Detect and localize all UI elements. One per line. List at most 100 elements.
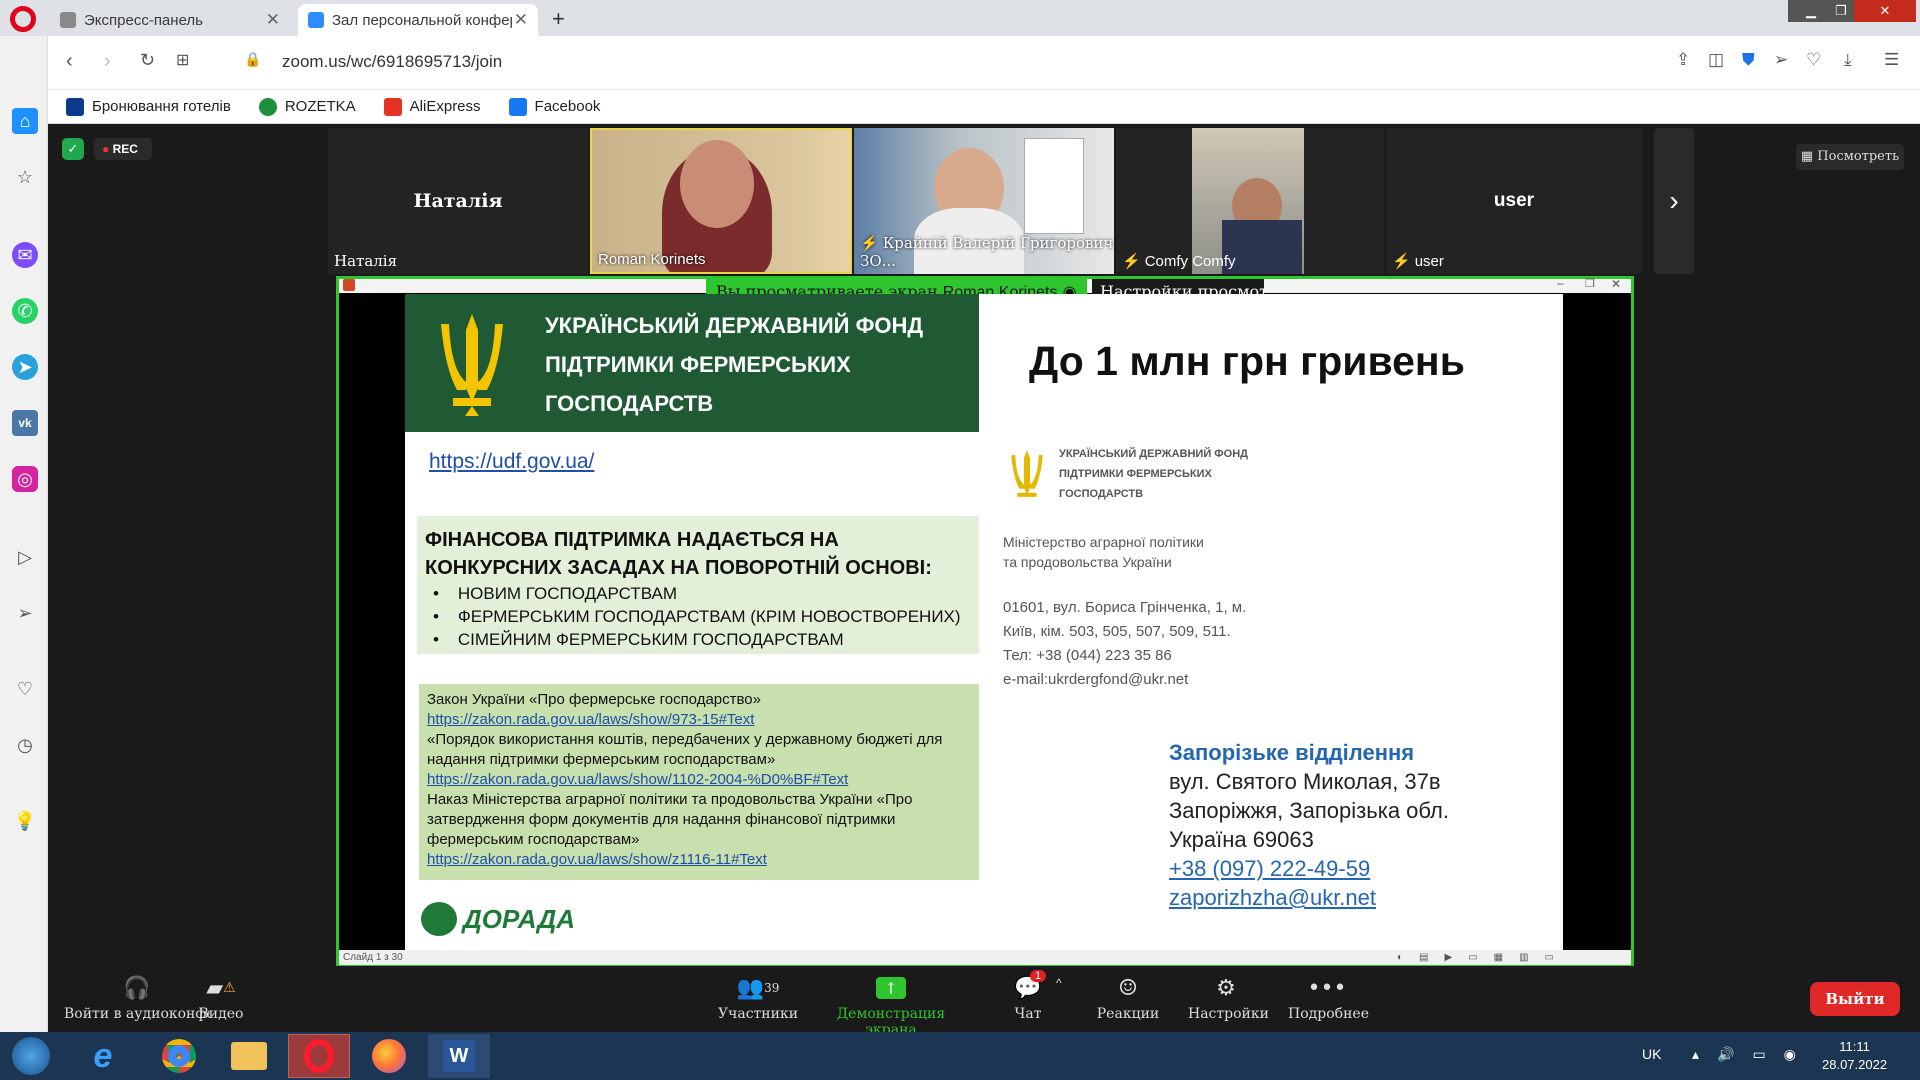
laws-panel: Закон України «Про фермерське господарст… (419, 684, 979, 880)
fund-header: УКРАЇНСЬКИЙ ДЕРЖАВНИЙ ФОНД ПІДТРИМКИ ФЕР… (405, 294, 979, 432)
branch-phone-link[interactable]: +38 (097) 222-49-59 (1169, 854, 1449, 883)
leave-button[interactable]: Выйти (1810, 982, 1900, 1016)
view-button[interactable]: ▦ Посмотреть (1796, 144, 1904, 170)
windows-logo-icon (12, 1037, 50, 1075)
encryption-shield-icon[interactable]: ✓ (62, 138, 84, 160)
tab-express-panel[interactable]: Экспресс-панель ✕ (50, 4, 290, 36)
easy-setup-icon[interactable]: ☰ (1884, 50, 1899, 70)
presentation-slide: УКРАЇНСЬКИЙ ДЕРЖАВНИЙ ФОНД ПІДТРИМКИ ФЕР… (405, 294, 1563, 950)
support-panel: ФІНАНСОВА ПІДТРИМКА НАДАЄТЬСЯ НА КОНКУРС… (417, 516, 979, 654)
bookmark-booking[interactable]: Бронювання готелів (66, 97, 231, 116)
close-tab-icon[interactable]: ✕ (266, 10, 280, 30)
dorada-logo-icon (421, 902, 457, 936)
close-tab-icon[interactable]: ✕ (514, 10, 528, 30)
bookmark-rozetka[interactable]: ROZETKA (258, 97, 356, 116)
opera-logo-icon[interactable] (10, 6, 36, 32)
chat-button[interactable]: 💬 1 Чат (1008, 970, 1048, 1022)
bookmark-facebook[interactable]: Facebook (508, 97, 600, 116)
branch-email-link[interactable]: zaporizhzha@ukr.net (1169, 883, 1449, 912)
camera-icon[interactable]: ◫ (1708, 50, 1724, 70)
udf-link[interactable]: https://udf.gov.ua/ (429, 450, 594, 474)
muted-mic-icon: ⚡ (1392, 253, 1411, 270)
bookmark-aliexpress[interactable]: AliExpress (383, 97, 481, 116)
participant-tile[interactable]: ⚡ Comfy Comfy (1116, 128, 1384, 274)
gear-icon: ⚙ (1216, 975, 1236, 1001)
rec-dot-icon: ● (102, 142, 110, 156)
telegram-icon[interactable]: ➤ (12, 354, 38, 380)
url-field[interactable]: zoom.us/wc/6918695713/join (282, 52, 502, 72)
law-link[interactable]: https://zakon.rada.gov.ua/laws/show/973-… (427, 711, 754, 728)
internet-explorer-icon[interactable]: e (72, 1034, 134, 1078)
join-audio-button[interactable]: 🎧 Войти в аудиоконференцию (64, 974, 210, 1023)
favorite-icon[interactable]: ♡ (1806, 50, 1821, 70)
tabs-grid-icon[interactable]: ⊞ (176, 50, 189, 70)
window-restore-icon: ❐ (1585, 278, 1595, 290)
opera-taskbar-icon[interactable] (288, 1034, 350, 1078)
reload-icon[interactable]: ↻ (140, 50, 155, 71)
chat-badge: 1 (1030, 970, 1047, 982)
participant-tile-active[interactable]: Roman Korinets (590, 128, 852, 274)
zoom-icon (308, 12, 324, 28)
star-icon[interactable]: ☆ (12, 164, 38, 190)
headphones-icon: 🎧 (123, 975, 151, 1001)
close-window-button[interactable]: ✕ (1854, 0, 1916, 22)
player-icon[interactable]: ▷ (12, 544, 38, 570)
law-link[interactable]: https://zakon.rada.gov.ua/laws/show/z111… (427, 851, 767, 868)
fund-address: 01601, вул. Бориса Грінченка, 1, м. Київ… (1003, 599, 1247, 688)
history-icon[interactable]: ◷ (12, 732, 38, 758)
law-link[interactable]: https://zakon.rada.gov.ua/laws/show/1102… (427, 771, 848, 788)
video-button[interactable]: ▰ ⚠ Видео (196, 974, 246, 1023)
tab-zoom[interactable]: Зал персональной конфер ✕ (298, 4, 538, 36)
muted-mic-icon: ⚡ (860, 234, 879, 252)
powerpoint-icon (343, 279, 355, 291)
zoom-toolbar (48, 966, 1920, 1032)
start-button[interactable] (0, 1034, 62, 1078)
participants-button[interactable]: 👥 39 Участники (718, 974, 798, 1023)
lock-icon: 🔒 (244, 51, 262, 67)
forward-icon[interactable]: › (104, 50, 111, 73)
word-icon[interactable]: W (428, 1034, 490, 1078)
tips-icon[interactable]: 💡 (12, 808, 38, 834)
firefox-icon[interactable] (358, 1034, 420, 1078)
participant-tile[interactable]: Наталія Наталія (328, 128, 588, 274)
chrome-icon[interactable] (148, 1034, 210, 1078)
instagram-icon[interactable]: ◎ (12, 466, 38, 492)
window-minimize-icon: – (1557, 276, 1564, 290)
messenger-icon[interactable]: ✉ (12, 242, 38, 268)
chat-caret-icon[interactable]: ^ (1056, 976, 1062, 990)
participant-tile[interactable]: user ⚡ user (1386, 128, 1642, 274)
address-bar-row: ‹ › ↻ ⊞ 🔒 zoom.us/wc/6918695713/join ⇪ ◫… (48, 36, 1920, 90)
more-button[interactable]: ••• Подробнее (1288, 974, 1369, 1023)
small-trident-icon (1011, 450, 1043, 497)
recording-indicator: ● REC (94, 138, 152, 160)
booking-icon (66, 97, 84, 116)
download-icon[interactable]: ⤓ (1844, 50, 1852, 70)
heart-icon[interactable]: ♡ (12, 676, 38, 702)
back-icon[interactable]: ‹ (66, 50, 73, 73)
video-face (680, 140, 754, 228)
ppt-view-icons: ◐▤▶▭▦▥▭ (1397, 952, 1570, 963)
clock[interactable]: 11:11 28.07.2022 (1822, 1038, 1887, 1074)
dorada-logo: ДОРАДА (421, 902, 575, 936)
tray-icons[interactable]: ▴🔊▭◉ (1692, 1046, 1814, 1063)
shield-icon[interactable]: ⛊ (1742, 50, 1755, 70)
share-screen-button[interactable]: ↑ Демонстрация экрана (816, 974, 966, 1038)
participant-tile[interactable]: ⚡ Крайній Валерій Григорович ЗО... (854, 128, 1114, 274)
new-tab-button[interactable]: + (552, 6, 565, 32)
video-whiteboard (1024, 138, 1084, 234)
share-screen-icon: ↑ (876, 977, 906, 999)
share-page-icon[interactable]: ⇪ (1676, 50, 1690, 70)
reactions-button[interactable]: ☺ Реакции (1096, 974, 1160, 1023)
vk-icon[interactable]: vk (12, 410, 38, 436)
people-icon: 👥 (736, 975, 765, 1001)
send-page-icon[interactable]: ➢ (1774, 50, 1788, 70)
settings-button[interactable]: ⚙ Настройки (1188, 974, 1269, 1023)
ministry-text: Міністерство аграрної політики та продов… (1003, 534, 1204, 570)
send-icon[interactable]: ➢ (12, 600, 38, 626)
next-page-icon[interactable]: › (1654, 128, 1694, 274)
file-explorer-icon[interactable] (218, 1034, 280, 1078)
whatsapp-icon[interactable]: ✆ (12, 298, 38, 324)
branch-info: Запорізьке відділення вул. Святого Микол… (1169, 740, 1449, 912)
language-indicator[interactable]: UK (1642, 1046, 1661, 1062)
home-icon[interactable]: ⌂ (12, 108, 38, 134)
